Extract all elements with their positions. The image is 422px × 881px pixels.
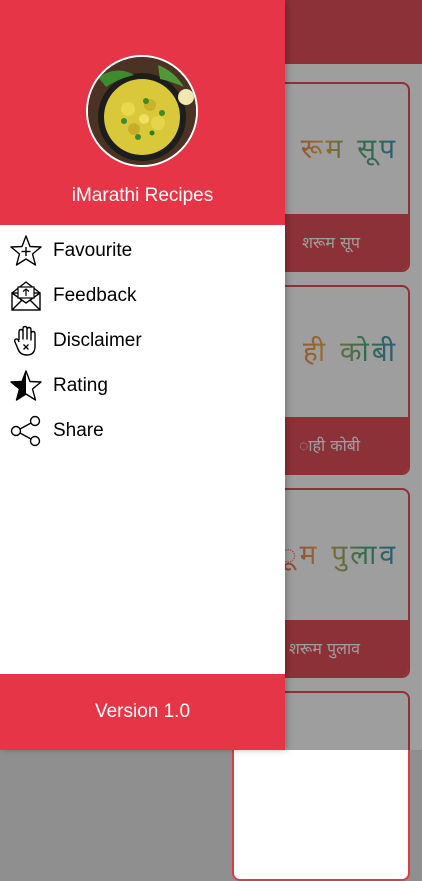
drawer-menu: Favourite Feedback Disclaimer Rating Sha… (0, 228, 285, 453)
app-name: iMarathi Recipes (71, 185, 214, 206)
share-icon (8, 413, 44, 449)
drawer-header: iMarathi Recipes (0, 0, 285, 225)
menu-item-disclaimer[interactable]: Disclaimer (0, 318, 285, 363)
half-star-icon (8, 368, 44, 404)
menu-label: Disclaimer (53, 329, 142, 351)
drawer-footer: Version 1.0 (0, 674, 285, 750)
menu-label: Favourite (53, 239, 133, 261)
envelope-icon (8, 278, 44, 314)
app-logo-avatar (86, 55, 198, 167)
menu-label: Share (53, 419, 104, 441)
menu-item-feedback[interactable]: Feedback (0, 273, 285, 318)
menu-label: Rating (53, 374, 108, 396)
menu-item-rating[interactable]: Rating (0, 363, 285, 408)
navigation-drawer: iMarathi Recipes Favourite Feedback Disc… (0, 0, 285, 750)
star-plus-icon (8, 233, 44, 269)
hand-icon (8, 323, 44, 359)
menu-item-favourite[interactable]: Favourite (0, 228, 285, 273)
menu-item-share[interactable]: Share (0, 408, 285, 453)
menu-label: Feedback (53, 284, 137, 306)
app-version: Version 1.0 (94, 701, 191, 722)
